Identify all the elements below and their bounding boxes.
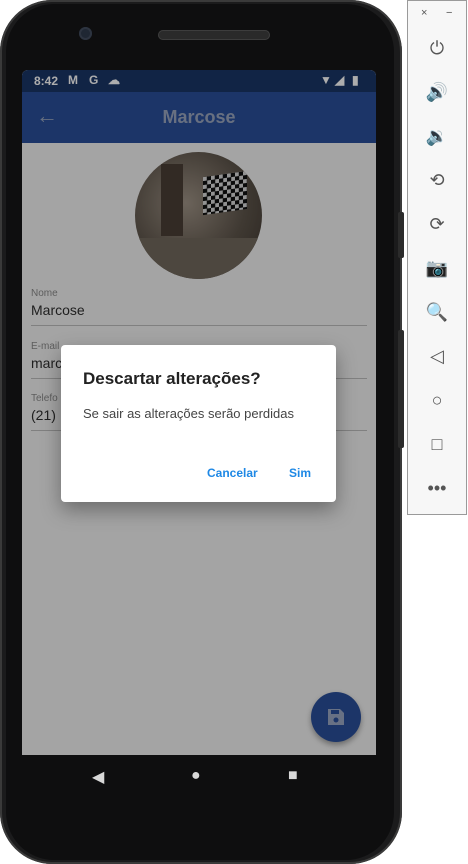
system-nav-bar: ◀ ● ■ <box>22 755 376 797</box>
power-icon[interactable]: ⏻ <box>408 28 466 68</box>
confirm-button[interactable]: Sim <box>289 466 311 480</box>
back-icon[interactable]: ◁ <box>408 336 466 376</box>
nav-back-icon[interactable]: ◀ <box>92 767 104 787</box>
more-icon[interactable]: ••• <box>408 468 466 508</box>
rotate-right-icon[interactable]: ⟳ <box>408 204 466 244</box>
zoom-icon[interactable]: 🔍 <box>408 292 466 332</box>
discard-dialog: Descartar alterações? Se sair as alteraç… <box>61 345 336 502</box>
volume-up-icon[interactable]: 🔊 <box>408 72 466 112</box>
home-icon[interactable]: ○ <box>408 380 466 420</box>
cancel-button[interactable]: Cancelar <box>207 466 258 480</box>
dialog-title: Descartar alterações? <box>83 369 261 388</box>
close-icon[interactable]: × <box>421 7 427 19</box>
hardware-volume-buttons <box>398 330 404 448</box>
overview-icon[interactable]: □ <box>408 424 466 464</box>
earpiece-speaker <box>158 30 270 40</box>
nav-home-icon[interactable]: ● <box>191 767 201 785</box>
hardware-power-button <box>398 212 404 258</box>
volume-down-icon[interactable]: 🔉 <box>408 116 466 156</box>
dialog-message: Se sair as alterações serão perdidas <box>83 406 295 421</box>
emulator-toolbar: × − ⏻ 🔊 🔉 ⟲ ⟳ 📷 🔍 ◁ ○ □ ••• <box>407 0 467 515</box>
minimize-icon[interactable]: − <box>446 7 452 19</box>
device-screen: 8:42 M G ☁ ▼ ◢ ▮ ← Marcose Nome Marcose … <box>22 70 376 755</box>
camera-icon[interactable]: 📷 <box>408 248 466 288</box>
nav-overview-icon[interactable]: ■ <box>288 767 298 785</box>
rotate-left-icon[interactable]: ⟲ <box>408 160 466 200</box>
front-camera <box>79 27 92 40</box>
